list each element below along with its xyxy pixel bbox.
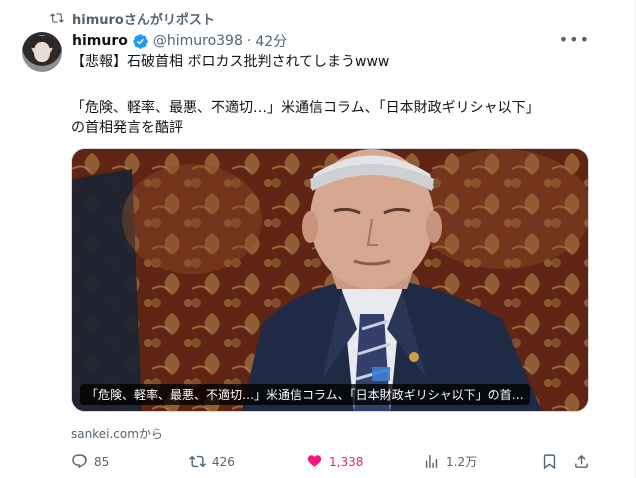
post-time[interactable]: 42分 xyxy=(255,31,287,51)
like-button[interactable]: 1,338 xyxy=(306,453,363,470)
repost-icon xyxy=(50,13,64,23)
link-card-image[interactable]: 「危険、軽率、最悪、不適切…」米通信コラム、「日本財政ギリシャ以下」の首… xyxy=(71,148,589,412)
verified-badge-icon[interactable] xyxy=(132,33,149,50)
share-icon xyxy=(575,454,588,468)
repost-context[interactable]: himuroさんがリポスト xyxy=(50,9,215,28)
author-name[interactable]: himuro xyxy=(72,33,128,49)
post-header: himuro @himuro398 · 42分 xyxy=(72,31,287,51)
bookmark-icon xyxy=(543,454,556,470)
author-handle[interactable]: @himuro398 xyxy=(153,33,243,49)
like-count: 1,338 xyxy=(329,454,364,469)
link-card-title: 「危険、軽率、最悪、不適切…」米通信コラム、「日本財政ギリシャ以下」の首… xyxy=(80,384,530,405)
views-button[interactable]: 1.2万 xyxy=(423,453,477,470)
share-button[interactable] xyxy=(573,453,590,470)
heart-icon xyxy=(307,455,322,467)
repost-icon xyxy=(189,455,206,468)
views-icon xyxy=(425,455,438,468)
view-count: 1.2万 xyxy=(446,455,478,469)
post-text-line-3: の首相発言を酷評 xyxy=(71,120,183,136)
repost-label: himuroさんがリポスト xyxy=(72,12,215,28)
repost-button[interactable]: 426 xyxy=(189,453,235,470)
more-icon[interactable]: ••• xyxy=(559,30,590,49)
avatar[interactable] xyxy=(22,32,62,72)
link-source[interactable]: sankei.comから xyxy=(71,425,163,442)
reply-icon xyxy=(72,454,87,469)
meta-separator: · xyxy=(246,33,252,49)
post-text-line-1: 【悲報】石破首相 ボロカス批判されてしまうwww xyxy=(71,54,390,70)
post-text-line-2: 「危険、軽率、最悪、不適切…」米通信コラム、「日本財政ギリシャ以下」 xyxy=(71,100,540,116)
news-photo xyxy=(72,149,588,411)
action-bar: 85 426 1,338 1.2万 xyxy=(71,453,591,475)
bookmark-button[interactable] xyxy=(541,453,558,470)
repost-count: 426 xyxy=(212,454,235,469)
reply-button[interactable]: 85 xyxy=(71,453,109,470)
reply-count: 85 xyxy=(94,454,110,469)
